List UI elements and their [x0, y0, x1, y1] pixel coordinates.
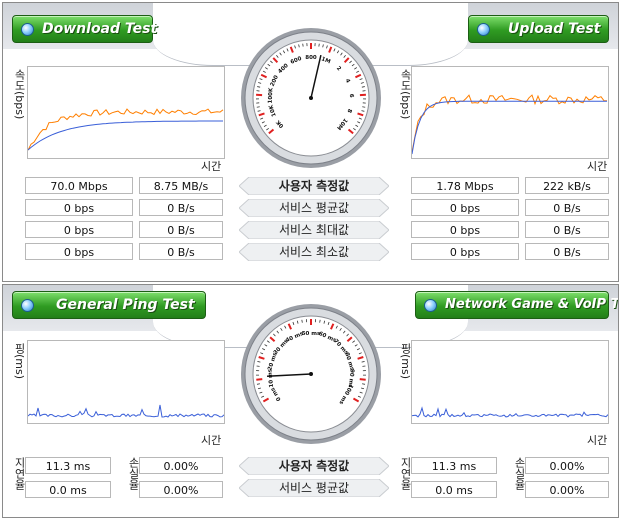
stat-row-label: 사용자 측정값 [239, 177, 389, 195]
upload-test-button[interactable]: Upload Test [468, 15, 609, 43]
gauge-tick-label: 100K [268, 87, 275, 104]
game-loss-value: 0.00% [525, 457, 609, 474]
general-ping-test-label: General Ping Test [56, 297, 195, 313]
download-bits-value: 0 bps [25, 199, 133, 216]
ping-loss-value: 0.00% [139, 457, 223, 474]
upload-bytes-value: 0 B/s [525, 221, 609, 238]
ping-latency-avg: 0.0 ms [25, 481, 111, 498]
ping-test-panel: General Ping Test Network Game & VoIP Te… [2, 284, 619, 518]
ping-latency-value: 11.3 ms [25, 457, 111, 474]
network-game-voip-test-button[interactable]: Network Game & VoIP Test [415, 291, 618, 319]
stat-row-label: 서비스 평균값 [239, 199, 389, 217]
gauge-tick-label: 800 [305, 55, 317, 61]
speed-gauge: 0K10K100K200400600 800 1M246810M [241, 28, 381, 168]
upload-bytes-value: 222 kB/s [525, 177, 609, 194]
download-bytes-value: 0 B/s [139, 199, 223, 216]
upload-x-axis-label: 시간 [587, 160, 608, 173]
stat-row-label: 서비스 최소값 [239, 243, 389, 261]
stat-row-text: 서비스 최대값 [278, 223, 350, 237]
download-test-button[interactable]: Download Test [12, 15, 157, 43]
stat-row-text: 서비스 최소값 [278, 245, 350, 259]
ping-x-axis-label: 시간 [201, 434, 222, 447]
status-light-icon [21, 22, 34, 36]
status-light-icon [424, 298, 437, 312]
upload-bytes-value: 0 B/s [525, 243, 609, 260]
upload-bits-value: 0 bps [411, 243, 519, 260]
download-test-label: Download Test [42, 21, 158, 37]
download-bits-value: 0 bps [25, 243, 133, 260]
download-bytes-value: 8.75 MB/s [139, 177, 223, 194]
game-graph-canvas [412, 406, 608, 418]
upload-graph [411, 66, 609, 159]
game-loss-avg: 0.00% [525, 481, 609, 498]
ping-y-axis-label: 핑(ms) [13, 343, 26, 380]
speed-test-panel: Download Test Upload Test 속도(bps) 시간 속도(… [2, 2, 619, 282]
download-bits-value: 70.0 Mbps [25, 177, 133, 194]
stat-row-label: 서비스 최대값 [239, 221, 389, 239]
game-latency-value: 11.3 ms [411, 457, 497, 474]
upload-graph-canvas [412, 94, 608, 155]
stat-row-text: 사용자 측정값 [278, 459, 350, 473]
gauge-tick-label: 6 [348, 94, 354, 98]
stat-row-label: 사용자 측정값 [239, 457, 389, 475]
ping-graph-canvas [28, 404, 224, 418]
game-graph [411, 340, 609, 424]
download-bytes-value: 0 B/s [139, 221, 223, 238]
ping-graph [27, 340, 225, 424]
ping-loss-avg: 0.00% [139, 481, 223, 498]
general-ping-test-button[interactable]: General Ping Test [12, 291, 206, 319]
download-y-axis-label: 속도(bps) [13, 69, 26, 120]
stat-row-text: 서비스 평균값 [278, 201, 350, 215]
network-game-voip-test-label: Network Game & VoIP Test [445, 297, 618, 312]
upload-bits-value: 0 bps [411, 221, 519, 238]
stat-row-label: 서비스 평균값 [239, 479, 389, 497]
download-x-axis-label: 시간 [201, 160, 222, 173]
download-bits-value: 0 bps [25, 221, 133, 238]
upload-bits-value: 1.78 Mbps [411, 177, 519, 194]
upload-bytes-value: 0 B/s [525, 199, 609, 216]
download-bytes-value: 0 B/s [139, 243, 223, 260]
status-light-icon [477, 22, 490, 36]
ping-gauge: 0 ms10 ms20 ms30 ms40 ms50 ms60 ms70 ms8… [241, 304, 381, 444]
download-graph [27, 66, 225, 159]
stat-row-text: 사용자 측정값 [278, 179, 350, 193]
game-latency-avg: 0.0 ms [411, 481, 497, 498]
game-x-axis-label: 시간 [587, 434, 608, 447]
upload-test-label: Upload Test [508, 21, 601, 37]
download-graph-canvas [28, 108, 224, 151]
stat-row-text: 서비스 평균값 [278, 481, 350, 495]
status-light-icon [21, 298, 34, 312]
upload-bits-value: 0 bps [411, 199, 519, 216]
